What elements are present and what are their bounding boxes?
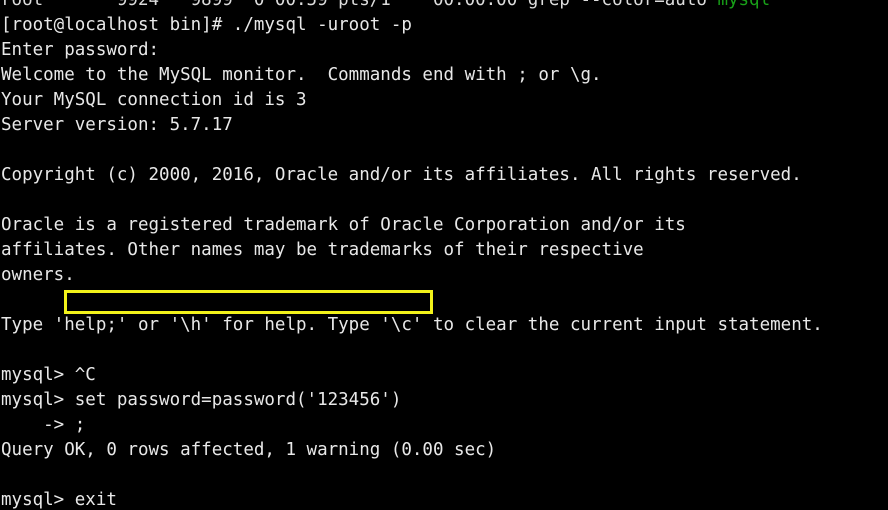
- line-mysql-exit: mysql> exit: [0, 488, 888, 510]
- line-blank-5-text: [1, 465, 12, 485]
- line-server-version-1: Server version: 5.7.17: [0, 113, 888, 138]
- terminal-window[interactable]: root 9924 9899 0 00:59 pts/1 00:00:00 gr…: [0, 0, 888, 510]
- line-blank-5: [0, 463, 888, 488]
- line-blank-1-text: [1, 140, 12, 160]
- line-enter-password-text: Enter password:: [1, 40, 160, 60]
- line-trademark-3: owners.: [0, 263, 888, 288]
- line-connection-id-3-text: Your MySQL connection id is 3: [1, 90, 307, 110]
- line-mysql-set-password-text: mysql> set password=password('123456'): [1, 390, 402, 410]
- line-query-ok: Query OK, 0 rows affected, 1 warning (0.…: [0, 438, 888, 463]
- line-blank-3: [0, 288, 888, 313]
- line-prompt-mysql-login: [root@localhost bin]# ./mysql -uroot -p: [0, 13, 888, 38]
- line-mysql-exit-text: mysql> exit: [1, 490, 117, 510]
- line-prompt-mysql-login-text: [root@localhost bin]# ./mysql -uroot -p: [1, 15, 412, 35]
- line-continuation-semicolon-text: -> ;: [1, 415, 86, 435]
- line-trademark-1-text: Oracle is a registered trademark of Orac…: [1, 215, 686, 235]
- line-blank-4-text: [1, 340, 12, 360]
- line-blank-4: [0, 338, 888, 363]
- line-enter-password: Enter password:: [0, 38, 888, 63]
- line-welcome-1: Welcome to the MySQL monitor. Commands e…: [0, 63, 888, 88]
- line-mysql-set-password: mysql> set password=password('123456'): [0, 388, 888, 413]
- line-connection-id-3: Your MySQL connection id is 3: [0, 88, 888, 113]
- line-trademark-1: Oracle is a registered trademark of Orac…: [0, 213, 888, 238]
- line-blank-1: [0, 138, 888, 163]
- line-ps-output-clipped: root 9924 9899 0 00:59 pts/1 00:00:00 gr…: [0, 0, 888, 13]
- line-type-help-text: Type 'help;' or '\h' for help. Type '\c'…: [1, 315, 823, 335]
- line-server-version-1-text: Server version: 5.7.17: [1, 115, 233, 135]
- line-continuation-semicolon: -> ;: [0, 413, 888, 438]
- line-ps-output-clipped-text: root 9924 9899 0 00:59 pts/1 00:00:00 gr…: [1, 0, 718, 10]
- line-copyright: Copyright (c) 2000, 2016, Oracle and/or …: [0, 163, 888, 188]
- line-mysql-ctrlc-text: mysql> ^C: [1, 365, 96, 385]
- line-blank-2-text: [1, 190, 12, 210]
- line-copyright-text: Copyright (c) 2000, 2016, Oracle and/or …: [1, 165, 802, 185]
- line-ps-output-clipped-match-highlight: mysql: [717, 0, 771, 10]
- line-trademark-2: affiliates. Other names may be trademark…: [0, 238, 888, 263]
- line-blank-3-text: [1, 290, 12, 310]
- line-trademark-3-text: owners.: [1, 265, 75, 285]
- line-query-ok-text: Query OK, 0 rows affected, 1 warning (0.…: [1, 440, 497, 460]
- line-blank-2: [0, 188, 888, 213]
- line-mysql-ctrlc: mysql> ^C: [0, 363, 888, 388]
- line-trademark-2-text: affiliates. Other names may be trademark…: [1, 240, 644, 260]
- line-type-help: Type 'help;' or '\h' for help. Type '\c'…: [0, 313, 888, 338]
- line-welcome-1-text: Welcome to the MySQL monitor. Commands e…: [1, 65, 602, 85]
- terminal-screen: root 9924 9899 0 00:59 pts/1 00:00:00 gr…: [0, 0, 888, 510]
